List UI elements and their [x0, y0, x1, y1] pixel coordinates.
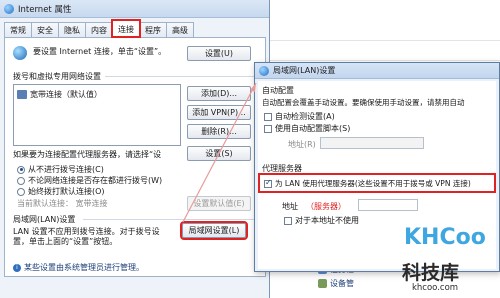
add-vpn-button[interactable]: 添加 VPN(P)...	[187, 105, 251, 120]
divider	[83, 219, 259, 220]
auto-detect-checkbox[interactable]: 自动检测设置(A)	[264, 111, 335, 122]
internet-options-icon	[4, 3, 14, 14]
radio-icon	[17, 165, 25, 174]
device-manager-icon	[318, 278, 327, 288]
add-button[interactable]: 添加(D)...	[187, 86, 251, 101]
lan-dialog-icon	[259, 65, 269, 76]
title-bar: Internet 属性	[0, 0, 269, 18]
watermark-logo: KHCoo	[404, 225, 486, 250]
tab-strip: 常规 安全 隐私 内容 连接 程序 高级	[4, 19, 194, 38]
settings-button[interactable]: 设置(S)	[187, 146, 251, 161]
radio-icon	[17, 176, 25, 185]
checkbox-label: 对于本地址不使用	[295, 216, 359, 225]
remove-button[interactable]: 删除(R)...	[187, 124, 251, 139]
proxy-heading: 代理服务器	[262, 164, 302, 173]
divider	[270, 40, 500, 41]
radio-icon	[17, 187, 25, 196]
checkbox-label: 为 LAN 使用代理服务器(这些设置不用于拨号或 VPN 连接)	[275, 179, 471, 188]
proxy-address-label: 地址	[282, 202, 298, 211]
tab-programs[interactable]: 程序	[139, 22, 167, 37]
connections-panel: 要设置 Internet 连接，单击“设置”。 设置(U) 拨号和虚拟专用网络设…	[4, 37, 266, 277]
proxy-address-value: （服务器）	[306, 202, 346, 211]
tab-advanced[interactable]: 高级	[166, 22, 194, 37]
tab-connections[interactable]: 连接	[111, 19, 141, 38]
info-icon: i	[13, 263, 21, 272]
setup-text: 要设置 Internet 连接，单击“设置”。	[33, 47, 167, 56]
checkbox-label: 使用自动配置脚本(S)	[275, 124, 351, 133]
use-proxy-checkbox[interactable]: 为 LAN 使用代理服务器(这些设置不用于拨号或 VPN 连接)	[264, 178, 471, 189]
admin-note-text: 某些设置由系统管理员进行管理。	[24, 263, 144, 272]
internet-options-window: Internet 属性 常规 安全 隐私 内容 连接 程序 高级 要设置 Int…	[0, 0, 270, 298]
lan-title-bar: 局域网(LAN)设置	[255, 63, 499, 79]
background-link[interactable]: 设备管	[318, 276, 398, 290]
current-default-label: 当前默认连接：	[17, 199, 73, 208]
script-address-field[interactable]	[320, 137, 424, 149]
connection-icon	[17, 90, 27, 99]
watermark-url: khcoo.com	[412, 283, 459, 293]
proxy-address-field[interactable]	[358, 199, 418, 211]
tab-content[interactable]: 内容	[85, 22, 113, 37]
background-link-label: 设备管	[330, 278, 354, 288]
radio-label: 不论网络连接是否存在都进行拨号(W)	[28, 176, 163, 185]
watermark-text: 科技库	[402, 262, 460, 284]
connection-list[interactable]: 宽带连接（默认值）	[13, 84, 181, 146]
globe-icon	[13, 46, 27, 60]
lan-dialog-title: 局域网(LAN)设置	[273, 66, 336, 75]
tab-general[interactable]: 常规	[4, 22, 32, 37]
proxy-text: 如果要为连接配置代理服务器，请选择“设	[13, 150, 162, 159]
current-default-row: 当前默认连接： 宽带连接	[17, 198, 108, 209]
radio-label: 从不进行拨号连接(C)	[28, 165, 104, 174]
dialup-heading: 拨号和虚拟专用网络设置	[13, 72, 101, 81]
radio-dial-whenever[interactable]: 不论网络连接是否存在都进行拨号(W)	[17, 175, 162, 186]
script-address-label: 地址(R)	[288, 140, 316, 149]
lan-description-2: 置，单击上面的“设置”按钮。	[13, 237, 118, 246]
tab-security[interactable]: 安全	[31, 22, 59, 37]
setup-button[interactable]: 设置(U)	[187, 46, 251, 61]
use-script-checkbox[interactable]: 使用自动配置脚本(S)	[264, 123, 350, 134]
lan-heading: 局域网(LAN)设置	[13, 215, 76, 224]
lan-settings-button[interactable]: 局域网设置(L)	[180, 221, 248, 240]
auto-config-heading: 自动配置	[262, 86, 294, 95]
list-item[interactable]: 宽带连接（默认值）	[17, 89, 102, 100]
tab-privacy[interactable]: 隐私	[58, 22, 86, 37]
checkbox-icon	[264, 178, 272, 188]
checkbox-icon	[264, 112, 272, 121]
radio-never-dial[interactable]: 从不进行拨号连接(C)	[17, 164, 104, 175]
checkbox-icon	[284, 216, 292, 225]
checkbox-icon	[264, 124, 272, 133]
current-default-value: 宽带连接	[75, 199, 108, 208]
connection-item-label: 宽带连接（默认值）	[30, 90, 102, 99]
radio-always-dial[interactable]: 始终拨打默认连接(O)	[17, 186, 105, 197]
window-title: Internet 属性	[18, 4, 72, 15]
auto-config-description: 自动配置会覆盖手动设置。要确保使用手动设置，请禁用自动	[262, 98, 465, 107]
admin-note: i 某些设置由系统管理员进行管理。	[13, 262, 144, 273]
bypass-local-checkbox[interactable]: 对于本地址不使用	[284, 215, 359, 226]
radio-label: 始终拨打默认连接(O)	[28, 187, 105, 196]
divider	[105, 76, 259, 77]
set-default-button[interactable]: 设置默认值(E)	[187, 196, 251, 211]
divider	[270, 60, 500, 61]
checkbox-label: 自动检测设置(A)	[275, 112, 335, 121]
